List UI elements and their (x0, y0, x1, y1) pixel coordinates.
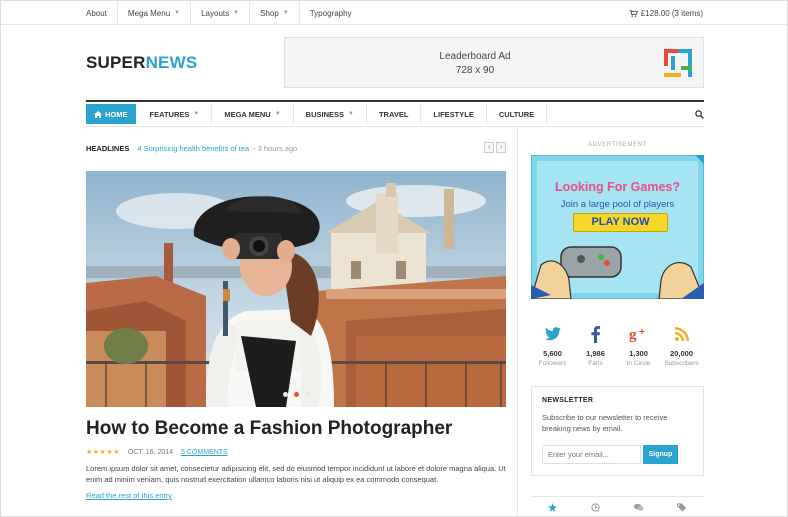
svg-text:g: g (629, 327, 637, 342)
home-icon (94, 110, 102, 118)
chevron-down-icon: ▼ (274, 111, 281, 117)
cart-link[interactable]: £128.00 (3 items) (628, 1, 703, 25)
cart-icon (628, 9, 638, 17)
social-google-plus[interactable]: g + 1,300 In Circle (617, 323, 660, 367)
headline-arrows: ‹ › (482, 142, 506, 153)
twitter-icon (544, 327, 561, 341)
nav-travel[interactable]: TRAVEL (367, 104, 422, 124)
chevron-down-icon: ▼ (193, 111, 200, 117)
newsletter-widget: NEWSLETTER Subscribe to our newsletter t… (531, 386, 704, 476)
rss-icon (674, 327, 689, 341)
social-rss[interactable]: 20,000 Subscribers (660, 323, 703, 367)
social-counters: 5,600 Followers 1,986 Fans g + 1,300 In C… (531, 323, 704, 367)
top-nav-shop[interactable]: Shop ▼ (250, 1, 300, 25)
article-excerpt: Lorem ipsum dolor sit amet, consectetur … (86, 464, 506, 484)
top-nav-typography[interactable]: Typography (300, 1, 362, 25)
tab-tags[interactable] (660, 499, 703, 517)
search-icon[interactable] (695, 110, 704, 119)
top-bar: About Mega Menu ▼ Layouts ▼ Shop ▼ Typograp… (1, 1, 787, 25)
nav-business[interactable]: BUSINESS ▼ (294, 104, 367, 124)
article-title[interactable]: How to Become a Fashion Photographer (86, 418, 452, 440)
slider-dot[interactable] (282, 392, 288, 397)
cart-total: £128.00 (3 items) (640, 8, 703, 18)
clock-icon (591, 503, 600, 512)
leaderboard-ad-size: 728 x 90 (455, 65, 495, 76)
nav-culture[interactable]: CULTURE (487, 104, 548, 124)
social-twitter[interactable]: 5,600 Followers (531, 323, 574, 367)
main-nav: HOME FEATURES ▼ MEGA MENU ▼ BUSINESS ▼ TRAV… (86, 100, 704, 127)
chevron-down-icon: ▼ (348, 111, 354, 117)
ad-subline: Join a large pool of players (560, 199, 675, 210)
slider-dot-active[interactable] (293, 392, 299, 397)
article-date: OCT. 16, 2014 (127, 448, 174, 456)
chevron-down-icon: ▼ (233, 10, 240, 16)
google-plus-icon: g + (629, 327, 645, 342)
chevron-down-icon: ▼ (174, 10, 181, 16)
slider-dot[interactable] (304, 392, 310, 397)
slider-dots (86, 392, 506, 397)
tab-comments[interactable] (617, 499, 660, 517)
newsletter-title: NEWSLETTER (542, 397, 594, 404)
hero-photo (86, 171, 506, 407)
nav-home[interactable]: HOME (86, 104, 136, 124)
sidebar-ad[interactable]: Looking For Games? Join a large pool of … (531, 155, 704, 299)
top-nav-mega-menu[interactable]: Mega Menu ▼ (118, 1, 192, 25)
leaderboard-ad-title: Leaderboard Ad (439, 51, 511, 62)
chevron-left-icon[interactable]: ‹ (484, 142, 494, 153)
comments-icon (633, 503, 644, 511)
nav-lifestyle[interactable]: LIFESTYLE (421, 104, 487, 124)
newsletter-description: Subscribe to our newsletter to receive b… (542, 413, 668, 433)
social-facebook[interactable]: 1,986 Fans (574, 323, 617, 367)
tags-icon (676, 503, 686, 512)
facebook-icon (591, 325, 600, 343)
hero-slider[interactable] (86, 171, 506, 407)
sidebar-divider (517, 127, 518, 516)
top-nav: About Mega Menu ▼ Layouts ▼ Shop ▼ Typograp… (86, 1, 362, 25)
play-now-button[interactable]: PLAY NOW (573, 213, 668, 232)
top-nav-about[interactable]: About (86, 1, 118, 25)
sidebar-tabs (531, 496, 704, 517)
headline-time: - 3 hours ago (253, 143, 298, 153)
newsletter-email-input[interactable] (542, 445, 641, 464)
comments-link[interactable]: 5 COMMENTS (181, 449, 228, 456)
headline-link[interactable]: 4 Surprising health benefits of tea (137, 144, 249, 153)
tab-recent[interactable] (574, 499, 617, 517)
headlines-label: HEADLINES (86, 143, 130, 153)
rating-stars: ★★★★★ (86, 449, 120, 456)
signup-button[interactable]: Signup (643, 445, 678, 464)
leaderboard-ad[interactable]: Leaderboard Ad 728 x 90 (284, 37, 704, 88)
nav-mega-menu[interactable]: MEGA MENU ▼ (212, 104, 294, 124)
top-nav-layouts[interactable]: Layouts ▼ (191, 1, 251, 25)
ad-headline: Looking For Games? (554, 180, 680, 194)
page: About Mega Menu ▼ Layouts ▼ Shop ▼ Typograp… (0, 0, 788, 517)
star-icon (548, 503, 557, 512)
read-more-link[interactable]: Read the rest of this entry (86, 491, 172, 500)
chevron-right-icon[interactable]: › (496, 142, 506, 153)
site-logo[interactable]: SUPERNEWS (86, 53, 197, 73)
newsletter-form: Signup (542, 445, 693, 464)
advertisement-label: ADVERTISEMENT (588, 142, 647, 148)
ad-logo-icon (664, 49, 692, 77)
headlines-ticker: HEADLINES 4 Surprising health benefits o… (86, 141, 506, 155)
chevron-down-icon: ▼ (282, 10, 289, 16)
nav-features[interactable]: FEATURES ▼ (138, 104, 213, 124)
svg-text:+: + (639, 327, 645, 338)
article-meta: ★★★★★ OCT. 16, 2014 5 COMMENTS (86, 448, 228, 457)
tab-popular[interactable] (531, 499, 574, 517)
